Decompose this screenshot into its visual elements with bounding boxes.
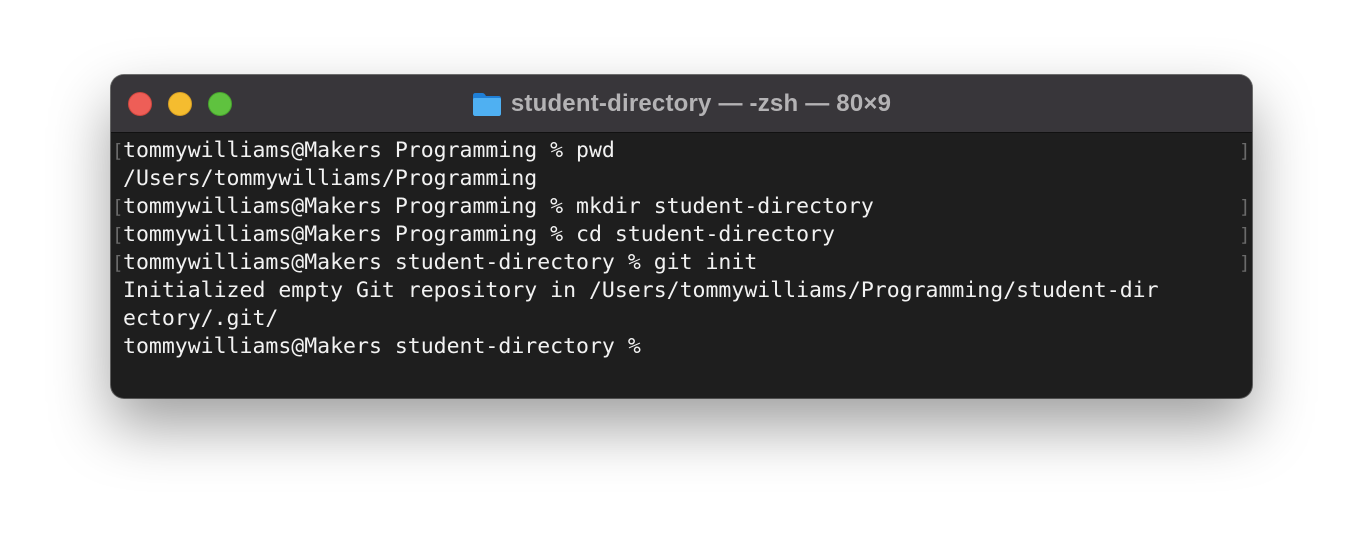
terminal-line: [tommywilliams@Makers Programming % mkdi…: [111, 193, 1252, 221]
terminal-line-text: /Users/tommywilliams/Programming: [123, 166, 538, 191]
terminal-line-text: Initialized empty Git repository in /Use…: [123, 278, 1159, 303]
terminal-line: /Users/tommywilliams/Programming: [111, 165, 1252, 193]
line-mark-close: ]: [1239, 252, 1251, 274]
terminal-line: [tommywilliams@Makers student-directory …: [111, 249, 1252, 277]
line-mark-open: [: [112, 140, 124, 162]
line-mark-open: [: [112, 224, 124, 246]
terminal-line-text: tommywilliams@Makers student-directory %: [123, 334, 654, 359]
terminal-line: [tommywilliams@Makers Programming % pwd]: [111, 137, 1252, 165]
line-mark-close: ]: [1239, 224, 1251, 246]
terminal-line: Initialized empty Git repository in /Use…: [111, 277, 1252, 305]
title-bar[interactable]: student-directory — -zsh — 80×9: [111, 75, 1252, 133]
window-title: student-directory — -zsh — 80×9: [510, 89, 892, 117]
title-container: student-directory — -zsh — 80×9: [111, 75, 1252, 132]
line-mark-close: ]: [1239, 196, 1251, 218]
terminal-line: tommywilliams@Makers student-directory %: [111, 333, 1252, 361]
terminal-line-text: tommywilliams@Makers Programming % mkdir…: [123, 194, 874, 219]
terminal-line-text: ectory/.git/: [123, 306, 279, 331]
terminal-line-text: tommywilliams@Makers student-directory %…: [123, 250, 758, 275]
line-mark-close: ]: [1239, 140, 1251, 162]
line-mark-open: [: [112, 196, 124, 218]
terminal-line: [tommywilliams@Makers Programming % cd s…: [111, 221, 1252, 249]
terminal-line-text: tommywilliams@Makers Programming % cd st…: [123, 222, 835, 247]
line-mark-open: [: [112, 252, 124, 274]
folder-icon: [472, 92, 501, 116]
terminal-line: ectory/.git/: [111, 305, 1252, 333]
terminal-window: student-directory — -zsh — 80×9 [tommywi…: [111, 75, 1252, 398]
terminal-line-text: tommywilliams@Makers Programming % pwd: [123, 138, 615, 163]
terminal-content[interactable]: [tommywilliams@Makers Programming % pwd]…: [111, 137, 1252, 392]
